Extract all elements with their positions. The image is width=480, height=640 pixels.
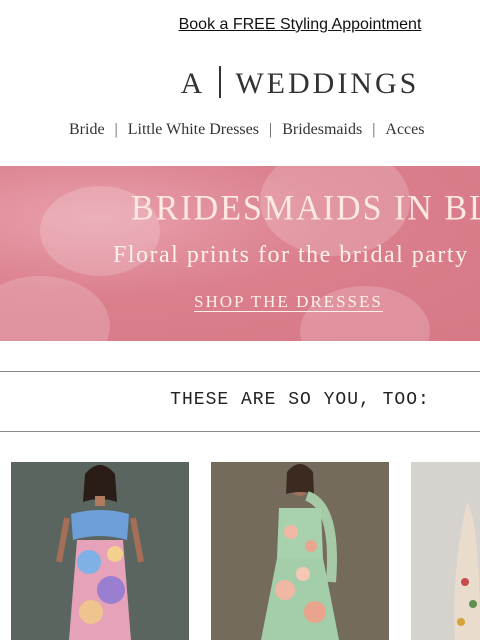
main-nav: Bride | Little White Dresses | Bridesmaids | A…	[69, 121, 424, 139]
recommendations-title: THESE ARE SO YOU, TOO:	[170, 390, 430, 410]
nav-item-accessories[interactable]: Acces	[385, 121, 424, 138]
dress-photo	[411, 462, 480, 640]
section-divider-top	[0, 371, 480, 372]
brand-logo-wordmark: WEDDINGS	[235, 67, 420, 100]
nav-item-bride[interactable]: Bride	[69, 121, 105, 138]
product-image[interactable]	[211, 462, 389, 640]
hero-banner[interactable]: BRIDESMAIDS IN BLOOM Floral prints for t…	[0, 166, 480, 341]
nav-divider: |	[114, 121, 118, 138]
dress-photo	[211, 462, 389, 640]
nav-item-bridesmaids[interactable]: Bridesmaids	[282, 121, 362, 138]
hero-title: BRIDESMAIDS IN BLOOM	[131, 189, 480, 228]
shop-dresses-link[interactable]: SHOP THE DRESSES	[194, 292, 383, 312]
product-image[interactable]	[411, 462, 480, 640]
brand-logo-letter: A	[180, 67, 206, 100]
dress-photo	[11, 462, 189, 640]
nav-divider: |	[268, 121, 273, 138]
nav-item-little-white-dresses[interactable]: Little White Dresses	[128, 121, 259, 138]
brand-logo[interactable]: A WEDDINGS	[0, 66, 480, 101]
hero-subtitle: Floral prints for the bridal party	[113, 242, 469, 268]
brand-logo-divider	[219, 66, 222, 98]
section-divider-bottom	[0, 431, 480, 432]
floral-pattern	[0, 276, 110, 341]
styling-appointment-link[interactable]: Book a FREE Styling Appointment	[0, 16, 480, 34]
nav-divider: |	[372, 121, 376, 138]
product-image[interactable]	[11, 462, 189, 640]
